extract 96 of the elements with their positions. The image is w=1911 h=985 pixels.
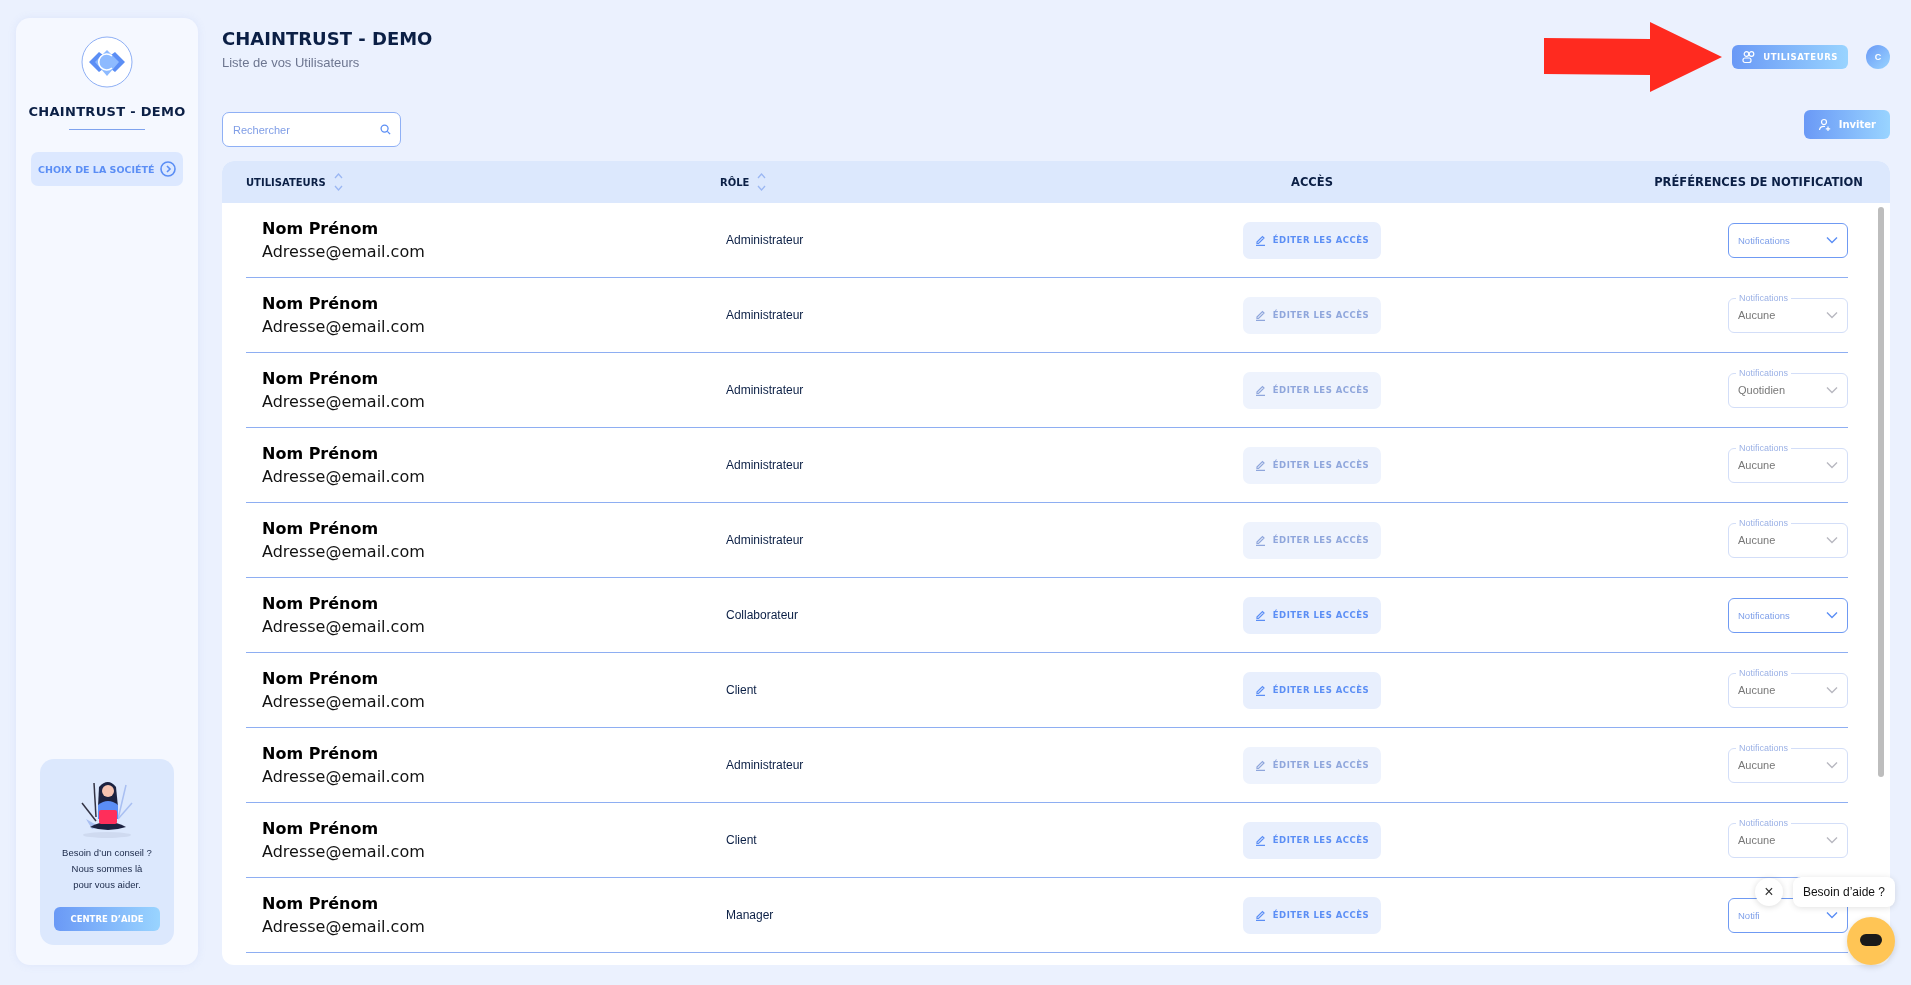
user-email: Adresse@email.com — [262, 767, 426, 786]
edit-access-button[interactable]: ÉDITER LES ACCÈS — [1242, 896, 1382, 934]
pencil-icon — [1254, 534, 1266, 546]
select-value: Aucune — [1738, 759, 1776, 771]
invite-button[interactable]: Inviter — [1803, 110, 1890, 139]
select-value: Aucune — [1738, 834, 1776, 846]
chevron-down-icon — [1826, 536, 1838, 544]
chevron-down-icon — [1826, 386, 1838, 394]
column-header[interactable]: UTILISATEURS — [246, 176, 326, 188]
chevron-down-icon — [1826, 311, 1838, 319]
user-name: Nom Prénom — [262, 819, 380, 838]
user-name: Nom Prénom — [262, 744, 380, 763]
edit-access-button[interactable]: ÉDITER LES ACCÈS — [1242, 221, 1382, 259]
role-text: Administrateur — [725, 758, 805, 772]
role-text: Collaborateur — [725, 608, 800, 622]
chevron-down-icon — [1826, 761, 1838, 769]
field-label: Notifications — [1736, 667, 1792, 679]
field-label: Notifications — [1736, 367, 1792, 379]
user-email: Adresse@email.com — [262, 317, 426, 336]
logo-icon — [81, 36, 133, 88]
chevron-down-icon — [1826, 911, 1838, 919]
help-tooltip: Besoin d’aide ? — [1792, 877, 1895, 907]
role-text: Administrateur — [725, 233, 805, 247]
user-email: Adresse@email.com — [262, 917, 426, 936]
search-field[interactable]: Rechercher — [222, 112, 401, 147]
notification-select[interactable]: Notifications — [1728, 222, 1848, 258]
chevron-down-icon — [1826, 611, 1838, 619]
pencil-icon — [1254, 234, 1266, 246]
role-text: Client — [725, 833, 758, 847]
column-header: ACCÈS — [1291, 175, 1333, 189]
user-name: Nom Prénom — [262, 594, 380, 613]
pencil-icon — [1254, 309, 1266, 321]
user-name: Nom Prénom — [262, 369, 380, 388]
users-icon — [1742, 50, 1757, 64]
field-label: Notifications — [1736, 742, 1792, 754]
add-user-icon — [1817, 117, 1832, 132]
user-email: Adresse@email.com — [262, 467, 426, 486]
select-value: Aucune — [1738, 309, 1776, 321]
edit-access-button[interactable]: ÉDITER LES ACCÈS — [1242, 821, 1382, 859]
pencil-icon — [1254, 459, 1266, 471]
pencil-icon — [1254, 909, 1266, 921]
user-email: Adresse@email.com — [262, 242, 426, 261]
chevron-down-icon — [1826, 236, 1838, 244]
user-email: Adresse@email.com — [262, 617, 426, 636]
select-placeholder: Notifications — [1738, 609, 1790, 621]
column-header[interactable]: RÔLE — [720, 176, 750, 188]
user-name: Nom Prénom — [262, 444, 380, 463]
notification-select[interactable]: Notifications — [1728, 597, 1848, 633]
select-value: Quotidien — [1738, 384, 1786, 396]
role-text: Manager — [725, 908, 775, 922]
page-subtitle: Liste de vos Utilisateurs — [222, 55, 361, 70]
scrollbar[interactable] — [1878, 207, 1884, 777]
chevron-down-icon — [1826, 836, 1838, 844]
user-avatar[interactable]: C — [1866, 45, 1890, 69]
select-value: Aucune — [1738, 534, 1776, 546]
users-button[interactable]: UTILISATEURS — [1732, 45, 1848, 69]
user-email: Adresse@email.com — [262, 392, 426, 411]
role-text: Administrateur — [725, 533, 805, 547]
field-label: Notifications — [1736, 292, 1792, 304]
sidebar-item[interactable]: CHOIX DE LA SOCIÉTÉ — [31, 152, 183, 186]
user-email: Adresse@email.com — [262, 692, 426, 711]
user-name: Nom Prénom — [262, 219, 380, 238]
chat-icon — [1860, 934, 1882, 948]
select-value: Aucune — [1738, 684, 1776, 696]
chevron-down-icon — [1826, 461, 1838, 469]
select-value: Aucune — [1738, 459, 1776, 471]
user-email: Adresse@email.com — [262, 542, 426, 561]
role-text: Administrateur — [725, 458, 805, 472]
pencil-icon — [1254, 684, 1266, 696]
search-icon — [380, 124, 391, 135]
pencil-icon — [1254, 759, 1266, 771]
user-name: Nom Prénom — [262, 894, 380, 913]
select-placeholder: Notifi — [1738, 909, 1760, 921]
field-label: Notifications — [1736, 442, 1792, 454]
edit-access-button[interactable]: ÉDITER LES ACCÈS — [1242, 596, 1382, 634]
role-text: Client — [725, 683, 758, 697]
page-title: CHAINTRUST - DEMO — [222, 28, 433, 49]
pencil-icon — [1254, 834, 1266, 846]
column-header: PRÉFÉRENCES DE NOTIFICATION — [1654, 175, 1863, 189]
user-email: Adresse@email.com — [262, 842, 426, 861]
pencil-icon — [1254, 384, 1266, 396]
select-placeholder: Notifications — [1738, 234, 1790, 246]
user-name: Nom Prénom — [262, 294, 380, 313]
field-label: Notifications — [1736, 817, 1792, 829]
pencil-icon — [1254, 609, 1266, 621]
chevron-icon — [160, 161, 176, 177]
company-name: CHAINTRUST - DEMO — [28, 104, 186, 119]
help-center-button[interactable]: CENTRE D’AIDE — [54, 907, 160, 931]
field-label: Notifications — [1736, 517, 1792, 529]
user-name: Nom Prénom — [262, 669, 380, 688]
user-name: Nom Prénom — [262, 519, 380, 538]
help-text: Besoin d’un conseil ? Nous sommes là pour vous aider. — [62, 846, 152, 892]
role-text: Administrateur — [725, 308, 805, 322]
role-text: Administrateur — [725, 383, 805, 397]
chevron-down-icon — [1826, 686, 1838, 694]
edit-access-button[interactable]: ÉDITER LES ACCÈS — [1242, 671, 1382, 709]
